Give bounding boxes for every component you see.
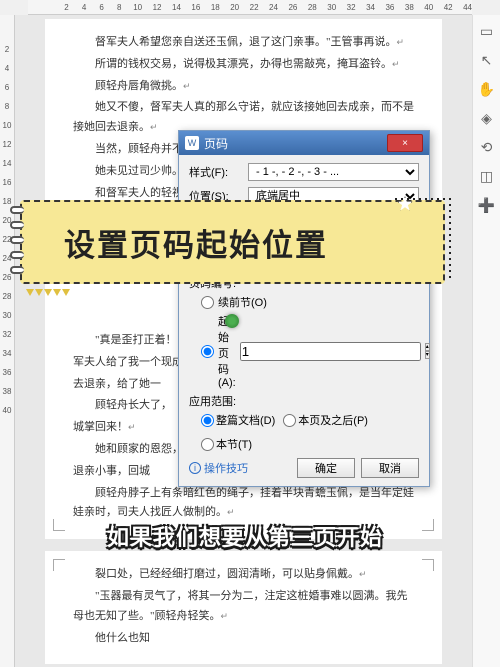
- subtitle-caption: 如果我们想要从第三页开始: [40, 520, 450, 552]
- text-icon[interactable]: ➕: [478, 197, 495, 214]
- page-number-dialog: W 页码 × 样式(F): - 1 -, - 2 -, - 3 - ... 位置…: [178, 130, 430, 487]
- clip-icon[interactable]: ◫: [480, 168, 493, 185]
- tips-link[interactable]: i 操作技巧: [189, 460, 291, 476]
- paragraph: 裂口处，已经经细打磨过，圆润清晰，可以贴身佩戴。: [73, 565, 414, 585]
- dialog-titlebar[interactable]: W 页码 ×: [179, 131, 429, 155]
- cursor-icon[interactable]: ↖: [481, 52, 493, 69]
- cancel-button[interactable]: 取消: [361, 458, 419, 478]
- scope-after-radio[interactable]: [283, 414, 296, 427]
- dialog-title: 页码: [204, 135, 228, 152]
- paragraph: 督军夫人希望您亲自送还玉佩，退了这门亲事。"王管事再说。: [73, 33, 414, 53]
- close-button[interactable]: ×: [387, 134, 423, 152]
- select-icon[interactable]: ▭: [480, 23, 493, 40]
- page-2: 裂口处，已经经细打磨过，圆润清晰，可以贴身佩戴。 "玉器最有灵气了，将其一分为二…: [45, 551, 442, 664]
- paragraph: 顾轻舟脖子上有条暗红色的绳子，挂着半块青蟾玉佩，是当年定娃娃亲时，司夫人找匠人做…: [73, 484, 414, 524]
- link-icon[interactable]: ⟲: [481, 139, 493, 156]
- triangles-decoration: [26, 289, 70, 296]
- paragraph: 所谓的钱权交易，说得极其漂亮，办得也需敲亮，掩耳盗铃。: [73, 55, 414, 75]
- ok-button[interactable]: 确定: [297, 458, 355, 478]
- continue-label: 续前节(O): [218, 294, 267, 310]
- paragraph: 顾轻舟唇角微挑。: [73, 77, 414, 97]
- start-radio[interactable]: [201, 345, 214, 358]
- ruler-vertical: 246810121416182022242628303234363840: [0, 15, 15, 667]
- paragraph: "玉器最有灵气了，将其一分为二，注定这桩婚事难以圆满。我先母也无知了些。"顾轻舟…: [73, 587, 414, 627]
- paragraph: 他什么也知: [73, 629, 414, 649]
- ruler-horizontal: 2468101214161820222426283032343638404244: [28, 0, 472, 15]
- scope-label: 应用范围:: [189, 393, 419, 409]
- tutorial-banner: 设置页码起始位置: [20, 200, 445, 284]
- dialog-icon: W: [185, 136, 199, 150]
- right-toolbar: ▭ ↖ ✋ ◈ ⟲ ◫ ➕: [472, 15, 500, 667]
- start-page-input[interactable]: [240, 342, 421, 361]
- scope-section-radio[interactable]: [201, 438, 214, 451]
- start-spinner[interactable]: ▴▾: [425, 343, 430, 359]
- hand-icon[interactable]: ✋: [478, 81, 495, 98]
- style-select[interactable]: - 1 -, - 2 -, - 3 - ...: [248, 163, 419, 181]
- shape-icon[interactable]: ◈: [481, 110, 492, 127]
- scope-whole-radio[interactable]: [201, 414, 214, 427]
- banner-title: 设置页码起始位置: [64, 220, 328, 265]
- spiral-binding-icon: [10, 206, 24, 274]
- cursor-highlight-icon: [225, 314, 239, 328]
- continue-radio[interactable]: [201, 296, 214, 309]
- style-label: 样式(F):: [189, 164, 244, 180]
- info-icon: i: [189, 462, 201, 474]
